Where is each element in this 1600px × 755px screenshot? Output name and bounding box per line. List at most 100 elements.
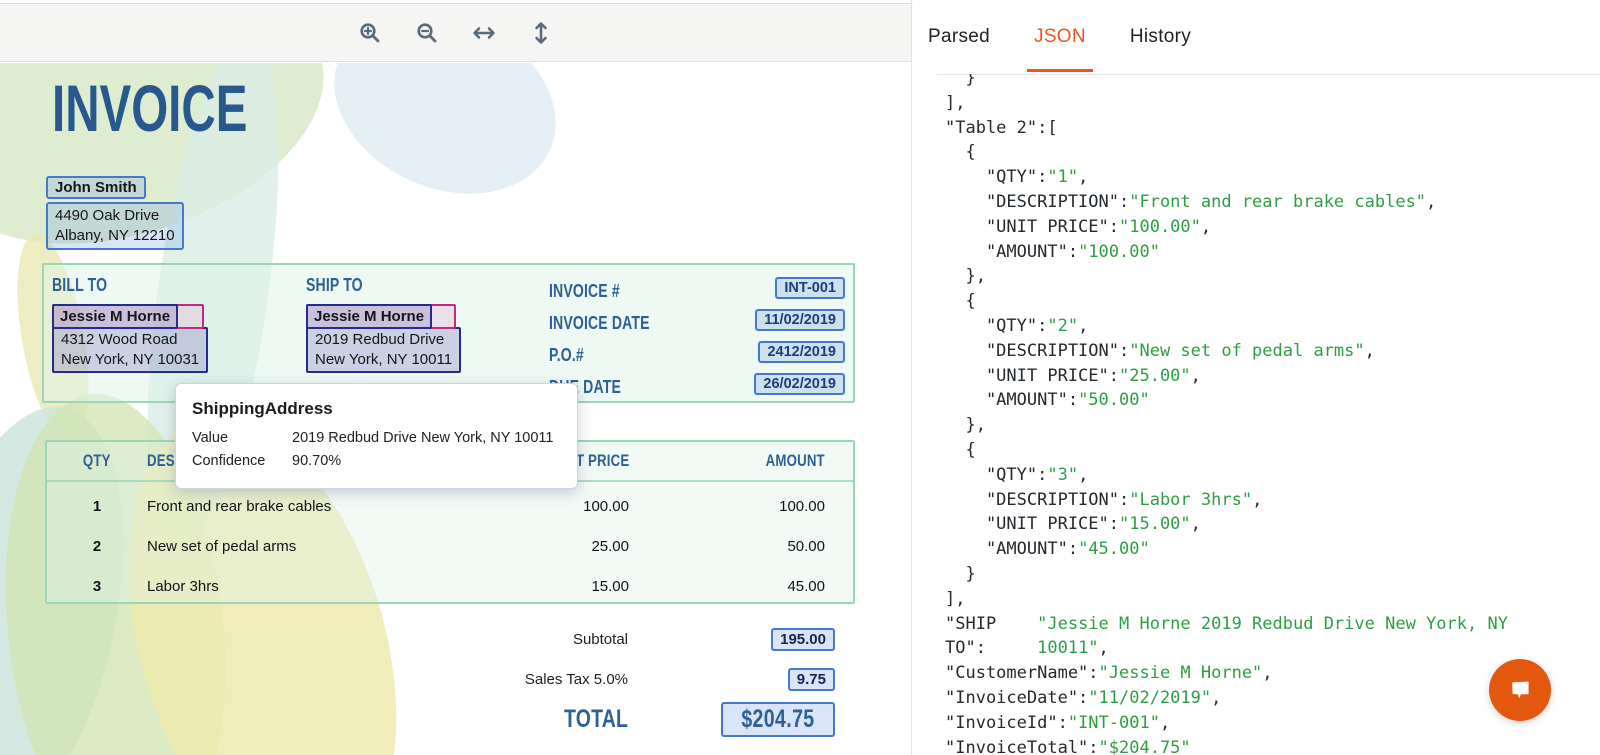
zoom-out-icon [415,21,439,45]
cell-unit-price: 25.00 [499,538,629,555]
leaf-decoration [305,63,584,227]
ship-to-address-line: 2019 Redbud Drive [315,330,452,350]
cell-qty: 3 [47,578,147,595]
json-line: { [945,140,1590,165]
tab-history[interactable]: History [1130,26,1191,48]
qty-header: QTY [83,451,111,471]
bill-to-entity-annotation[interactable]: Jessie M Horne [52,304,204,329]
tooltip-field-name: ShippingAddress [192,399,561,419]
chat-bubble-icon [1504,674,1536,706]
json-line: "UNIT PRICE":"15.00", [945,512,1590,537]
json-line: "DESCRIPTION":"Front and rear brake cabl… [945,190,1590,215]
cell-description: Front and rear brake cables [147,498,499,515]
json-line: TO": 10011", [945,636,1590,661]
total-annotation[interactable]: $204.75 [721,702,835,737]
total-value: $204.75 [741,705,814,734]
subtotal-annotation[interactable]: 195.00 [771,628,835,651]
subtotal-label: Subtotal [405,631,628,648]
json-line: "QTY":"1", [945,165,1590,190]
app-window: INVOICE John Smith 4490 Oak Drive Albany… [0,0,1600,755]
cell-amount: 100.00 [629,498,853,515]
json-line: "AMOUNT":"45.00" [945,537,1590,562]
json-line: } [945,562,1590,587]
sales-tax-label: Sales Tax 5.0% [405,671,628,688]
bill-to-address-annotation[interactable]: 4312 Wood Road New York, NY 10031 [52,327,208,373]
sender-name: John Smith [55,179,137,196]
cell-amount: 50.00 [629,538,853,555]
po-number-annotation[interactable]: 2412/2019 [758,341,845,363]
json-line: "InvoiceId":"INT-001", [945,711,1590,736]
json-line: }, [945,264,1590,289]
json-code[interactable]: }],"Table 2":[ { "QTY":"1", "DESCRIPTION… [945,66,1590,755]
tooltip-value: 2019 Redbud Drive New York, NY 10011 [292,430,561,446]
fit-height-icon [529,20,553,46]
zoom-out-button[interactable] [412,18,442,48]
tooltip-confidence-row: Confidence 90.70% [192,453,561,469]
json-line: "UNIT PRICE":"100.00", [945,215,1590,240]
ship-to-entity-annotation[interactable]: Jessie M Horne [306,304,456,329]
json-line: "QTY":"2", [945,314,1590,339]
fit-height-button[interactable] [526,18,556,48]
tab-parsed[interactable]: Parsed [928,26,990,48]
sender-address-annotation[interactable]: 4490 Oak Drive Albany, NY 12210 [46,202,184,250]
bill-to-address-line: New York, NY 10031 [61,350,199,370]
table-row: 3 Labor 3hrs 15.00 45.00 [47,566,853,606]
tooltip-confidence: 90.70% [292,453,561,469]
chat-launcher-button[interactable] [1489,659,1551,721]
total-row: TOTAL $204.75 [405,702,835,737]
cell-qty: 1 [47,498,147,515]
invoice-date-annotation[interactable]: 11/02/2019 [755,309,845,331]
tooltip-value-row: Value 2019 Redbud Drive New York, NY 100… [192,430,561,446]
tooltip-confidence-label: Confidence [192,453,292,469]
bill-to-block: BILL TO Jessie M Horne 4312 Wood Road Ne… [52,275,208,373]
ship-to-block: SHIP TO Jessie M Horne 2019 Redbud Drive… [306,275,461,373]
cell-qty: 2 [47,538,147,555]
panel-tabs: Parsed JSON History [913,0,1600,74]
fit-width-icon [471,21,497,45]
due-date-annotation[interactable]: 26/02/2019 [754,373,845,395]
extraction-panel: Parsed JSON History }],"Table 2":[ { "QT… [913,0,1600,755]
document-viewer-pane: INVOICE John Smith 4490 Oak Drive Albany… [0,0,912,755]
table-row: 2 New set of pedal arms 25.00 50.00 [47,526,853,566]
zoom-in-button[interactable] [355,18,385,48]
json-line: "Table 2":[ [945,116,1590,141]
json-line: "InvoiceTotal":"$204.75" [945,736,1590,755]
sender-name-annotation[interactable]: John Smith [46,176,146,199]
sender-address-line: Albany, NY 12210 [55,226,175,246]
tab-json[interactable]: JSON [1034,26,1086,48]
bill-to-name-annotation[interactable]: Jessie M Horne [52,304,178,329]
cell-description: New set of pedal arms [147,538,499,555]
amount-header: AMOUNT [766,451,825,471]
json-line: }, [945,413,1590,438]
sales-tax-row: Sales Tax 5.0% 9.75 [405,668,835,691]
sales-tax-annotation[interactable]: 9.75 [788,668,835,691]
json-line: "DESCRIPTION":"New set of pedal arms", [945,339,1590,364]
json-line: "AMOUNT":"100.00" [945,240,1590,265]
cell-unit-price: 15.00 [499,578,629,595]
sender-address-line: 4490 Oak Drive [55,206,175,226]
bill-to-address-line: 4312 Wood Road [61,330,199,350]
json-line: { [945,438,1590,463]
json-line: ], [945,587,1590,612]
invoice-number-label: INVOICE # [549,281,620,302]
subtotal-row: Subtotal 195.00 [405,628,835,651]
po-number-label: P.O.# [549,345,584,366]
fit-width-button[interactable] [469,18,499,48]
json-line: "AMOUNT":"50.00" [945,388,1590,413]
table-row: 1 Front and rear brake cables 100.00 100… [47,486,853,526]
bill-to-label: BILL TO [52,275,107,296]
ship-to-address-line: New York, NY 10011 [315,350,452,370]
tooltip-value-label: Value [192,430,292,446]
invoice-document: INVOICE John Smith 4490 Oak Drive Albany… [0,63,880,755]
json-line: { [945,289,1590,314]
json-line: ], [945,91,1590,116]
ship-to-name-annotation[interactable]: Jessie M Horne [306,304,432,329]
json-line: "DESCRIPTION":"Labor 3hrs", [945,488,1590,513]
zoom-in-icon [358,21,382,45]
json-line: "UNIT PRICE":"25.00", [945,364,1590,389]
invoice-date-label: INVOICE DATE [549,313,650,334]
viewer-toolbar [0,3,911,62]
invoice-info-section: BILL TO Jessie M Horne 4312 Wood Road Ne… [42,263,855,403]
ship-to-address-annotation[interactable]: 2019 Redbud Drive New York, NY 10011 [306,327,461,373]
invoice-number-annotation[interactable]: INT-001 [775,277,845,299]
